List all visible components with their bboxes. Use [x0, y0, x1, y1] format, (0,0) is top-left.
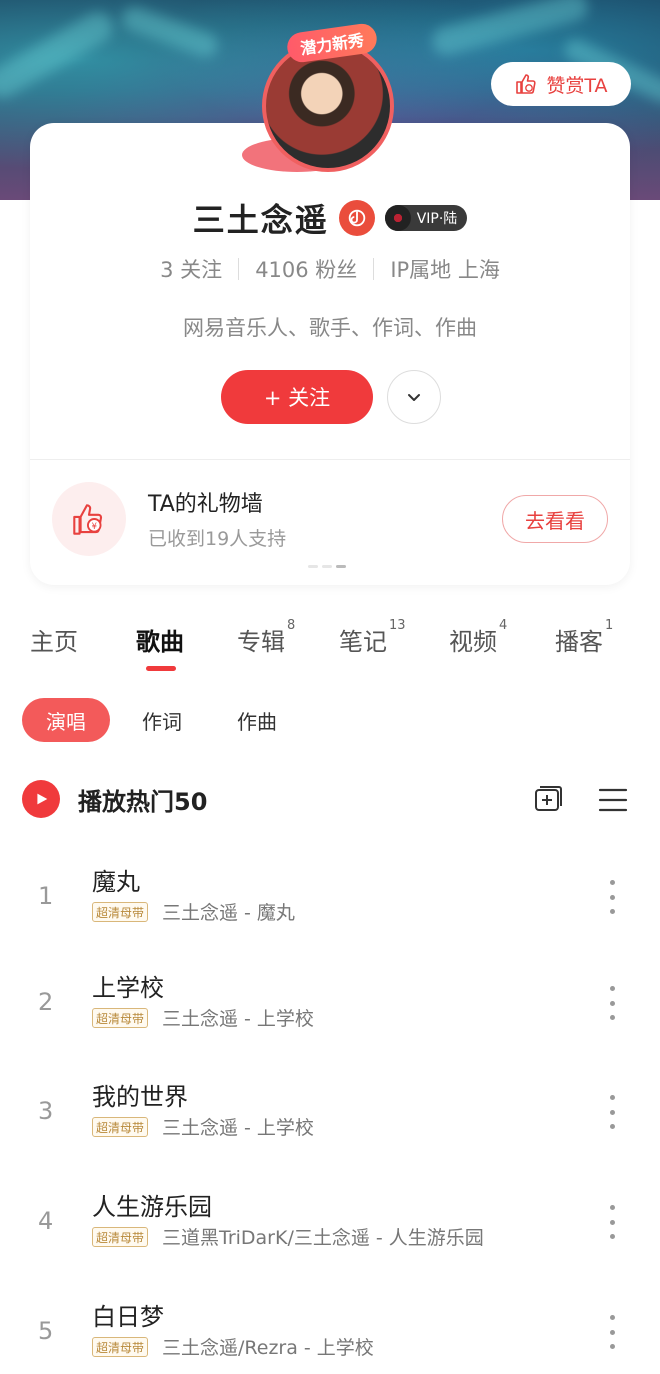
play-all-row: 播放热门50: [0, 778, 660, 822]
active-tab-indicator: [146, 666, 176, 671]
divider: [373, 258, 375, 280]
song-meta: 三土念遥/Rezra - 上学校: [162, 1337, 374, 1359]
song-meta: 三土念遥 - 魔丸: [162, 902, 295, 924]
list-item[interactable]: 4 人生游乐园 超清母带 三道黑TriDarK/三土念遥 - 人生游乐园: [0, 1187, 660, 1277]
tab-notes[interactable]: 笔记13: [339, 618, 406, 657]
artist-description: 网易音乐人、歌手、作词、作曲: [183, 316, 477, 340]
subtab-lyrics[interactable]: 作词: [142, 698, 182, 742]
list-item[interactable]: 2 上学校 超清母带 三土念遥 - 上学校: [0, 968, 660, 1058]
subtab-bar: 演唱 作词 作曲: [0, 698, 660, 744]
praise-button[interactable]: 赞赏TA: [491, 62, 631, 106]
multi-select-icon[interactable]: [598, 786, 628, 814]
add-to-playlist-icon[interactable]: [533, 784, 563, 814]
song-title: 我的世界: [92, 1083, 188, 1111]
quality-badge: 超清母带: [92, 1117, 149, 1137]
quality-badge: 超清母带: [92, 902, 149, 922]
gift-wall-title: TA的礼物墙: [148, 492, 263, 517]
gift-wall-icon: ¥: [52, 482, 126, 556]
list-item[interactable]: 1 魔丸 超清母带 三土念遥 - 魔丸: [0, 862, 660, 952]
quality-badge: 超清母带: [92, 1008, 149, 1028]
quality-badge: 超清母带: [92, 1337, 149, 1357]
chevron-down-icon: [408, 394, 420, 401]
play-hot-title[interactable]: 播放热门50: [78, 782, 207, 817]
name-row: 三土念遥 VIP·陆: [0, 195, 660, 241]
vip-badge[interactable]: VIP·陆: [384, 205, 468, 231]
more-options-icon[interactable]: [606, 880, 618, 914]
gift-wall-subtitle: 已收到19人支持: [148, 528, 287, 550]
more-options-icon[interactable]: [606, 1095, 618, 1129]
artist-name: 三土念遥: [192, 201, 329, 239]
tab-podcasts[interactable]: 播客1: [555, 618, 613, 657]
divider: [238, 258, 240, 280]
avatar[interactable]: [262, 40, 394, 172]
view-gifts-button[interactable]: 去看看: [502, 495, 608, 543]
tab-songs[interactable]: 歌曲: [136, 622, 184, 657]
song-index: 2: [38, 988, 54, 1016]
tab-videos[interactable]: 视频4: [449, 618, 507, 657]
list-item[interactable]: 3 我的世界 超清母带 三土念遥 - 上学校: [0, 1077, 660, 1167]
more-options-icon[interactable]: [606, 986, 618, 1020]
avatar-container[interactable]: 潜力新秀: [242, 21, 394, 172]
song-title: 魔丸: [92, 868, 140, 896]
tab-bar: 主页 歌曲 专辑8 笔记13 视频4 播客1: [0, 618, 660, 672]
ip-location: IP属地 上海: [390, 258, 500, 282]
fans-count[interactable]: 4106 粉丝: [255, 254, 357, 284]
quality-badge: 超清母带: [92, 1227, 149, 1247]
expand-button[interactable]: [387, 370, 441, 424]
song-meta: 三土念遥 - 上学校: [162, 1117, 314, 1139]
svg-text:¥: ¥: [92, 521, 97, 531]
more-options-icon[interactable]: [606, 1205, 618, 1239]
stats-row: 3 关注 4106 粉丝 IP属地 上海: [0, 254, 660, 284]
song-index: 5: [38, 1317, 54, 1345]
list-item[interactable]: 5 白日梦 超清母带 三土念遥/Rezra - 上学校: [0, 1297, 660, 1374]
following-count[interactable]: 3 关注: [160, 254, 222, 284]
follow-button[interactable]: + 关注: [221, 370, 373, 424]
vip-label: VIP·陆: [416, 211, 458, 227]
carousel-indicator: [308, 565, 346, 568]
more-options-icon[interactable]: [606, 1315, 618, 1349]
praise-label: 赞赏TA: [546, 74, 608, 97]
tab-home[interactable]: 主页: [30, 622, 78, 657]
song-index: 1: [38, 882, 54, 910]
divider: [30, 459, 630, 460]
song-index: 3: [38, 1097, 54, 1125]
song-meta: 三道黑TriDarK/三土念遥 - 人生游乐园: [162, 1227, 484, 1249]
song-title: 白日梦: [92, 1303, 164, 1331]
song-index: 4: [38, 1207, 54, 1235]
song-meta: 三土念遥 - 上学校: [162, 1008, 314, 1030]
thumbs-up-coin-icon: [516, 74, 537, 94]
song-title: 上学校: [92, 974, 164, 1002]
song-title: 人生游乐园: [92, 1193, 212, 1221]
musician-badge-icon[interactable]: [338, 200, 375, 236]
play-icon[interactable]: [22, 780, 60, 818]
subtab-sing[interactable]: 演唱: [22, 698, 110, 742]
vinyl-disc-icon: [384, 205, 411, 231]
subtab-compose[interactable]: 作曲: [237, 698, 277, 742]
tab-albums[interactable]: 专辑8: [237, 618, 295, 657]
